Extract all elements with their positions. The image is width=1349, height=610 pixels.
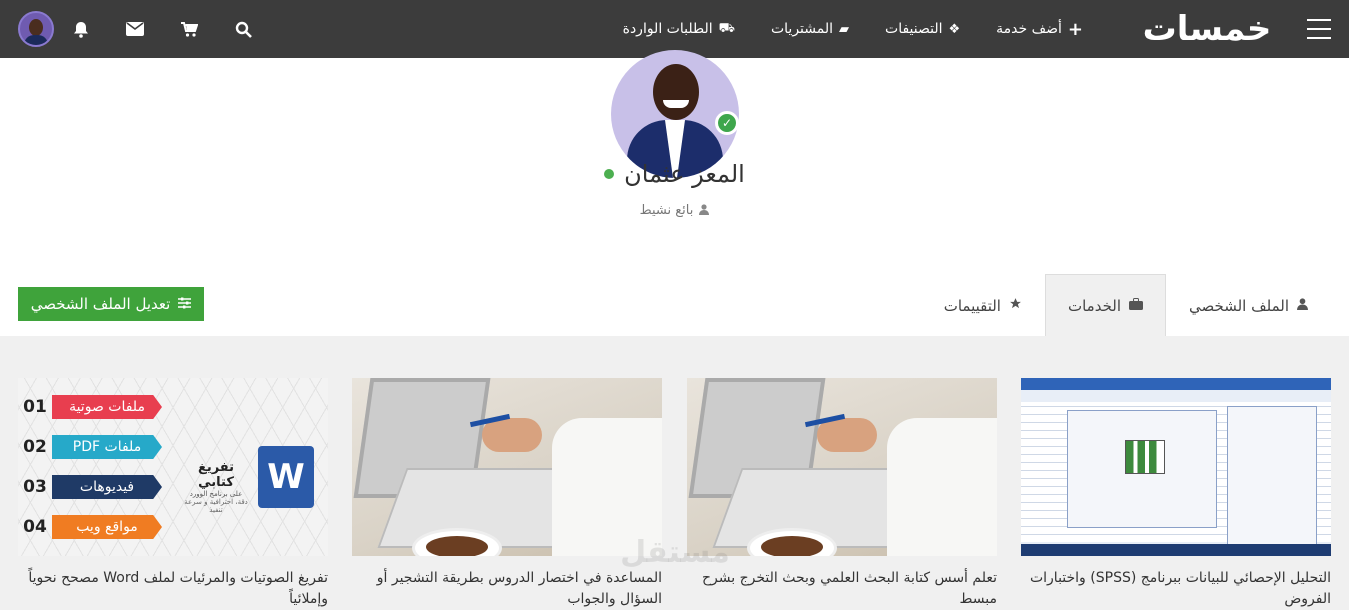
profile-role-row: بائع نشيط <box>0 203 1349 218</box>
star-icon <box>1009 297 1022 314</box>
service-title[interactable]: تعلم أسس كتابة البحث العلمي وبحث التخرج … <box>687 568 997 610</box>
profile-role: بائع نشيط <box>639 203 694 218</box>
thumb-tagline: دقة، احترافية و سرعة تنفيذ <box>184 498 248 514</box>
service-card[interactable]: تعلم أسس كتابة البحث العلمي وبحث التخرج … <box>687 378 997 610</box>
service-title[interactable]: التحليل الإحصائي للبيانات ببرنامج (SPSS)… <box>1021 568 1331 610</box>
tab-services[interactable]: الخدمات <box>1044 274 1167 336</box>
user-actions <box>18 9 270 49</box>
cubes-icon: ❖ <box>948 21 961 37</box>
service-thumbnail[interactable] <box>352 378 662 556</box>
word-icon: W <box>258 446 314 508</box>
thumb-row-label: مواقع ويب <box>52 515 162 539</box>
thumb-row: 04 مواقع ويب <box>18 512 162 542</box>
thumb-row-number: 03 <box>23 477 47 497</box>
service-card[interactable]: التحليل الإحصائي للبيانات ببرنامج (SPSS)… <box>1021 378 1331 610</box>
service-thumbnail[interactable] <box>687 378 997 556</box>
nav-categories[interactable]: ❖ التصنيفات <box>867 21 978 37</box>
verified-badge-icon: ✓ <box>715 111 739 135</box>
logo-text: خمسات <box>1142 9 1272 49</box>
tab-profile-label: الملف الشخصي <box>1189 296 1289 315</box>
nav-categories-label: التصنيفات <box>885 21 943 37</box>
thumb-row-number: 04 <box>23 517 47 537</box>
edit-profile-button[interactable]: تعديل الملف الشخصي <box>18 287 204 321</box>
thumb-row-number: 01 <box>23 397 47 417</box>
thumb-row-label: فيديوهات <box>52 475 162 499</box>
sliders-icon <box>178 295 192 313</box>
services-grid: التحليل الإحصائي للبيانات ببرنامج (SPSS)… <box>18 378 1331 610</box>
cart-icon[interactable] <box>162 21 216 37</box>
profile-name-row: المعز عثمان <box>0 160 1349 188</box>
tab-reviews[interactable]: التقييمات <box>921 274 1045 336</box>
envelope-icon[interactable] <box>108 22 162 36</box>
thumb-label: تفريغ كتابي على برنامج الوورد دقة، احترا… <box>178 460 254 514</box>
truck-icon: ⛟ <box>718 20 735 36</box>
user-avatar[interactable] <box>18 11 54 47</box>
tab-profile[interactable]: الملف الشخصي <box>1166 274 1331 336</box>
online-status-dot <box>604 169 615 179</box>
profile-tabs: الملف الشخصي الخدمات التقييمات <box>921 274 1331 336</box>
thumb-row-label: ملفات صوتية <box>52 395 162 419</box>
thumb-title: تفريغ كتابي <box>197 460 235 490</box>
briefcase-icon <box>1129 297 1144 314</box>
bell-icon[interactable] <box>54 21 108 38</box>
tab-reviews-label: التقييمات <box>943 296 1001 315</box>
user-icon <box>699 203 710 218</box>
thumb-row-label: ملفات PDF <box>52 435 162 459</box>
edit-profile-label: تعديل الملف الشخصي <box>30 295 171 313</box>
service-thumbnail[interactable] <box>1021 378 1331 556</box>
nav-purchases-label: المشتريات <box>770 21 834 37</box>
thumb-row: 01 ملفات صوتية <box>18 392 162 422</box>
service-title[interactable]: المساعدة في اختصار الدروس بطريقة التشجير… <box>352 568 662 610</box>
thumb-row: 03 فيديوهات <box>18 472 162 502</box>
nav-purchases[interactable]: ▰ المشتريات <box>753 21 867 37</box>
nav-incoming-orders[interactable]: ⛟ الطلبات الواردة <box>605 21 753 38</box>
thumb-subtitle: على برنامج الوورد <box>189 490 243 498</box>
nav-incoming-orders-label: الطلبات الواردة <box>622 21 713 37</box>
profile-name: المعز عثمان <box>624 160 745 188</box>
search-icon[interactable] <box>216 21 270 38</box>
nav-add-service-label: أضف خدمة <box>996 21 1062 37</box>
user-icon <box>1297 297 1308 314</box>
word-icon-letter: W <box>267 457 305 497</box>
nav-add-service[interactable]: + أضف خدمة <box>978 19 1101 40</box>
tab-services-label: الخدمات <box>1067 296 1122 315</box>
folder-icon: ▰ <box>839 21 850 37</box>
plus-icon: + <box>1067 18 1083 40</box>
site-logo[interactable]: خمسات <box>1133 8 1281 50</box>
menu-icon[interactable] <box>1307 19 1331 39</box>
thumb-row-number: 02 <box>23 437 47 457</box>
thumb-row: 02 ملفات PDF <box>18 432 162 462</box>
service-card[interactable]: المساعدة في اختصار الدروس بطريقة التشجير… <box>352 378 662 610</box>
service-card[interactable]: 01 ملفات صوتية 02 ملفات PDF 03 فيديوهات 04 م… <box>18 378 328 610</box>
service-thumbnail[interactable]: 01 ملفات صوتية 02 ملفات PDF 03 فيديوهات 04 م… <box>18 378 328 556</box>
service-title[interactable]: تفريغ الصوتيات والمرئيات لملف Word مصحح … <box>18 568 328 610</box>
